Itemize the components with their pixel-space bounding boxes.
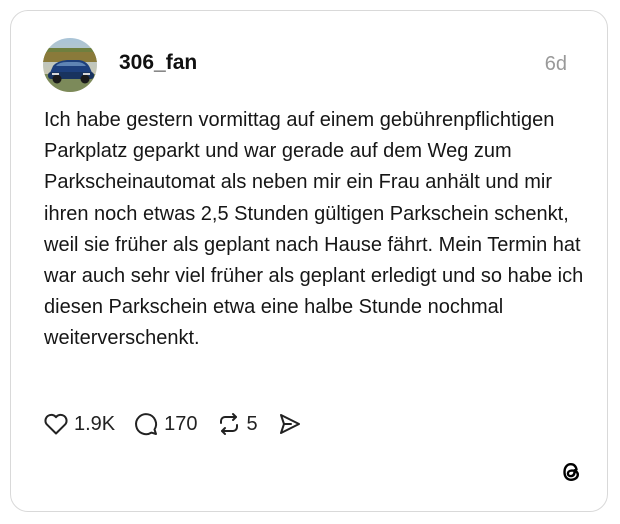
post-card: 306_fan 6d Ich habe gestern vormittag au… [10,10,608,512]
post-text: Ich habe gestern vormittag auf einem geb… [44,109,584,350]
speech-bubble-icon [133,411,159,437]
reply-button[interactable]: 170 [133,411,198,437]
post-timestamp: 6d [544,53,567,75]
heart-icon [43,412,69,436]
reply-count: 170 [164,412,198,435]
repost-button[interactable]: 5 [216,411,258,437]
avatar[interactable] [43,38,97,92]
like-count: 1.9K [74,412,116,435]
repost-icon [216,411,242,437]
action-bar: 1.9K 170 5 [43,409,320,439]
share-button[interactable] [276,412,302,436]
avatar-car-photo [43,38,97,92]
repost-count: 5 [246,412,258,435]
send-icon [276,412,302,436]
username[interactable]: 306_fan [119,51,197,75]
like-button[interactable]: 1.9K [43,412,115,436]
threads-logo-icon [558,459,584,485]
